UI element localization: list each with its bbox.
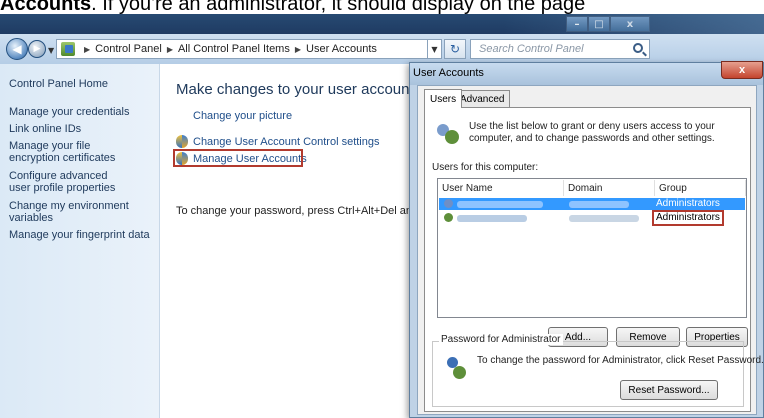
user-accounts-dialog: User Accounts x Users Advanced Use the l…: [409, 61, 764, 418]
uac-settings-label: Change User Account Control settings: [193, 135, 380, 148]
dialog-close-button[interactable]: x: [721, 61, 763, 79]
control-panel-icon: [61, 42, 75, 56]
sidebar-item-file-encryption[interactable]: Manage your file encryption certificates: [9, 140, 129, 164]
sidebar-item-credentials[interactable]: Manage your credentials: [9, 106, 157, 118]
tab-users[interactable]: Users: [424, 89, 463, 108]
table-row[interactable]: Administrators: [439, 198, 745, 210]
article-caption: Accounts. If you're an administrator, it…: [0, 0, 764, 15]
sidebar-item-control-panel-home[interactable]: Control Panel Home: [9, 78, 157, 90]
users-tab-panel: Use the list below to grant or deny user…: [424, 107, 764, 412]
blurred-user-name: [457, 201, 543, 208]
sidebar-item-online-ids[interactable]: Link online IDs: [9, 123, 157, 135]
address-field[interactable]: ▶ Control Panel ▶ All Control Panel Item…: [56, 39, 428, 59]
main-panel: Make changes to your user account Change…: [160, 64, 414, 418]
reset-password-button[interactable]: Reset Password...: [620, 380, 718, 400]
breadcrumb-separator-icon[interactable]: ▶: [167, 45, 173, 54]
caption-buttons: – □ x: [566, 16, 650, 32]
group-cell: Administrators: [656, 198, 720, 209]
user-icon: [444, 199, 453, 208]
search-icon[interactable]: [633, 43, 643, 53]
screenshot: Accounts. If you're an administrator, it…: [0, 0, 764, 418]
info-text: Use the list below to grant or deny user…: [469, 121, 715, 144]
password-instruction-text: To change the password for Administrator…: [477, 355, 764, 366]
password-user-icon: [445, 357, 467, 381]
breadcrumb-control-panel[interactable]: Control Panel: [95, 43, 162, 55]
sidebar-item-fingerprint[interactable]: Manage your fingerprint data: [9, 229, 157, 241]
back-arrow-icon: ◀: [12, 42, 22, 56]
blurred-domain: [569, 201, 629, 208]
sidebar-item-user-profile[interactable]: Configure advanced user profile properti…: [9, 170, 129, 194]
column-header-group[interactable]: Group: [655, 180, 746, 196]
breadcrumb-all-items[interactable]: All Control Panel Items: [178, 43, 290, 55]
maximize-button[interactable]: □: [588, 16, 610, 32]
tab-advanced[interactable]: Advanced: [454, 90, 511, 107]
recent-pages-dropdown-icon[interactable]: ▼: [48, 46, 54, 55]
dialog-titlebar: User Accounts x: [410, 61, 763, 85]
users-icon: [437, 122, 461, 146]
uac-shield-icon: [176, 135, 188, 148]
password-group-legend: Password for Administrator: [439, 334, 563, 345]
password-group: Password for Administrator To change the…: [432, 334, 764, 407]
search-input[interactable]: Search Control Panel: [470, 39, 650, 59]
password-instruction: To change your password, press Ctrl+Alt+…: [176, 205, 412, 217]
close-button[interactable]: x: [610, 16, 650, 32]
refresh-button[interactable]: ↻: [444, 39, 466, 59]
search-placeholder: Search Control Panel: [479, 43, 584, 55]
caption-text: . If you're an administrator, it should …: [91, 0, 586, 15]
forward-arrow-icon: ▶: [33, 44, 41, 54]
change-picture-label: Change your picture: [193, 110, 293, 122]
blurred-user-name: [457, 215, 527, 222]
caption-bold: Accounts: [0, 0, 92, 15]
forward-button[interactable]: ▶: [28, 40, 46, 58]
user-icon: [444, 213, 453, 222]
dialog-body: Users Advanced Use the list below to gra…: [417, 85, 764, 415]
sidebar: Control Panel Home Manage your credentia…: [0, 64, 160, 418]
column-header-domain[interactable]: Domain: [564, 180, 655, 196]
sidebar-item-environment-variables[interactable]: Change my environment variables: [9, 200, 129, 224]
breadcrumb-user-accounts[interactable]: User Accounts: [306, 43, 377, 55]
users-list-label: Users for this computer:: [432, 162, 539, 173]
blurred-domain: [569, 215, 639, 222]
annotation-highlight: [173, 149, 303, 167]
breadcrumb-separator-icon[interactable]: ▶: [84, 45, 90, 54]
column-header-user-name[interactable]: User Name: [438, 180, 564, 196]
change-picture-link[interactable]: Change your picture: [193, 110, 292, 122]
address-bar: ◀ ▶ ▼ ▶ Control Panel ▶ All Control Pane…: [0, 34, 764, 64]
dialog-title: User Accounts: [413, 67, 484, 79]
address-dropdown-icon[interactable]: ▼: [428, 39, 442, 59]
refresh-icon: ↻: [449, 42, 461, 56]
users-list[interactable]: User Name Domain Group Administrators Ad…: [437, 178, 747, 318]
breadcrumb-separator-icon[interactable]: ▶: [295, 45, 301, 54]
window-titlebar: – □ x: [0, 14, 764, 34]
uac-settings-link[interactable]: Change User Account Control settings: [176, 135, 380, 148]
back-button[interactable]: ◀: [6, 38, 28, 60]
minimize-button[interactable]: –: [566, 16, 588, 32]
page-title: Make changes to your user account: [176, 81, 414, 98]
annotation-highlight: [652, 210, 724, 226]
